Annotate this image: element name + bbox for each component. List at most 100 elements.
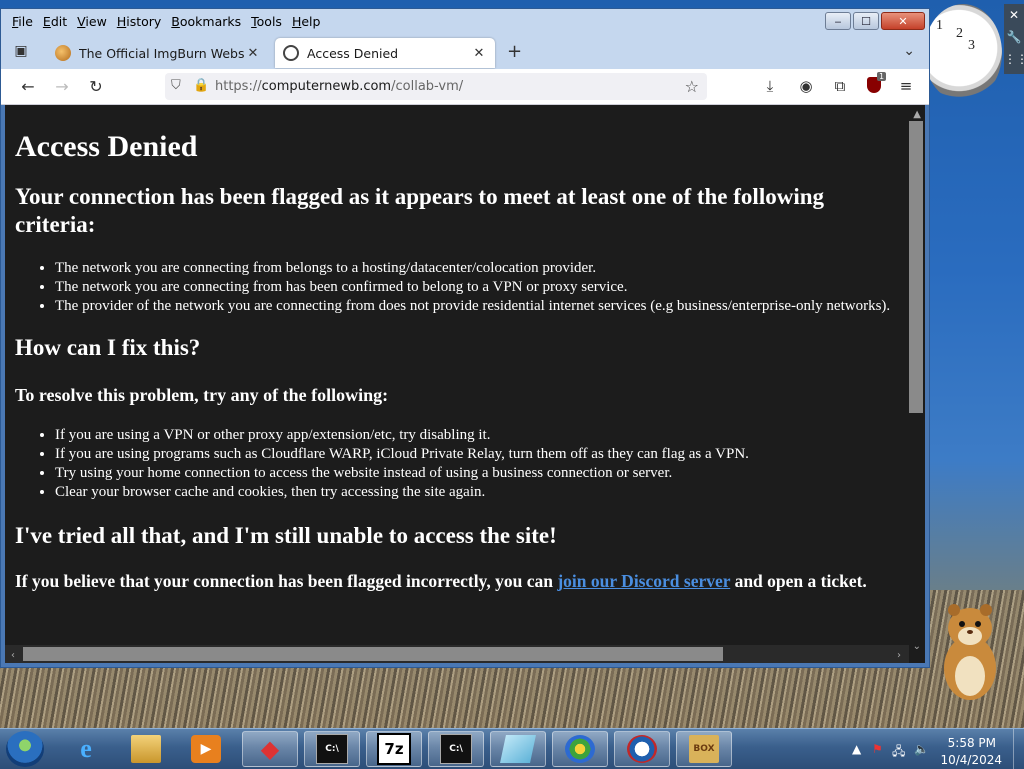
lock-icon[interactable]: 🔒 xyxy=(193,78,209,93)
menu-hamburger-icon[interactable]: ≡ xyxy=(895,77,917,95)
cmd-icon: C:\ xyxy=(440,734,472,764)
taskbar-item-box[interactable]: BOX xyxy=(676,731,732,767)
hamster-gadget[interactable] xyxy=(934,598,1006,704)
back-icon[interactable]: ← xyxy=(17,77,39,96)
fix-heading: How can I fix this? xyxy=(15,335,201,360)
list-item: The network you are connecting from has … xyxy=(55,278,893,297)
shield-icon[interactable]: ⛉ xyxy=(171,78,181,93)
obama-icon xyxy=(627,735,657,763)
imgburn-favicon-icon xyxy=(55,45,71,61)
menu-bookmarks[interactable]: Bookmarks xyxy=(166,14,246,29)
tab-title: The Official ImgBurn Website xyxy=(79,45,245,61)
menu-edit[interactable]: Edit xyxy=(38,14,72,29)
ie-icon: e xyxy=(80,734,92,763)
clock-time[interactable]: 5:58 PM xyxy=(948,736,996,750)
menu-view[interactable]: View xyxy=(72,14,112,29)
criteria-list: The network you are connecting from belo… xyxy=(15,259,893,316)
close-icon[interactable]: ✕ xyxy=(1004,4,1024,26)
taskbar-item-notepad[interactable] xyxy=(490,731,546,767)
network-icon[interactable]: 🖧 xyxy=(892,742,905,763)
forward-icon[interactable]: → xyxy=(51,77,73,96)
menu-file[interactable]: File xyxy=(7,14,38,29)
scroll-right-icon[interactable]: › xyxy=(897,650,901,661)
tab-title: Access Denied xyxy=(307,45,399,61)
new-tab-button[interactable]: + xyxy=(507,41,522,62)
reload-icon[interactable]: ↻ xyxy=(85,77,107,96)
action-center-icon[interactable]: ⚑ xyxy=(872,742,883,756)
site-favicon-icon xyxy=(283,45,299,61)
page-content[interactable]: Access Denied Your connection has been f… xyxy=(5,105,925,663)
clock-number: 2 xyxy=(956,26,963,41)
taskbar: e ▶ ◆ C:\ 7z C:\ BOX ▲ ⚑ 🖧 🔈 5:58 PM 10/… xyxy=(0,728,1024,769)
vertical-scrollbar[interactable] xyxy=(909,121,923,413)
menu-help[interactable]: Help xyxy=(287,14,326,29)
fix-list: If you are using a VPN or other proxy ap… xyxy=(15,426,893,502)
download-icon[interactable]: ⤓ xyxy=(759,77,781,95)
close-tab-icon[interactable]: ✕ xyxy=(245,46,261,61)
show-desktop-button[interactable] xyxy=(1013,729,1024,769)
discord-paragraph: If you believe that your connection has … xyxy=(15,571,867,591)
scroll-down-icon[interactable]: ⌄ xyxy=(913,641,921,652)
taskbar-item-explorer[interactable] xyxy=(118,731,174,767)
list-item: The provider of the network you are conn… xyxy=(55,297,893,316)
maximize-button[interactable]: ☐ xyxy=(853,12,879,30)
menu-bar: File Edit View History Bookmarks Tools H… xyxy=(1,9,929,35)
address-bar[interactable]: ⛉ 🔒 https://computernewb.com/collab-vm/ … xyxy=(165,73,707,100)
list-item: If you are using programs such as Cloudf… xyxy=(55,445,893,464)
clock-gadget[interactable]: 1 2 3 xyxy=(924,4,1002,102)
taskbar-item-windows-update[interactable] xyxy=(552,731,608,767)
ublock-badge: 1 xyxy=(877,72,887,81)
taskbar-item-cmd-2[interactable]: C:\ xyxy=(428,731,484,767)
list-all-tabs-icon[interactable]: ⌄ xyxy=(903,43,915,59)
menu-history[interactable]: History xyxy=(112,14,166,29)
clock-number: 3 xyxy=(968,38,975,53)
tried-heading: I've tried all that, and I'm still unabl… xyxy=(15,523,557,548)
7zip-icon: 7z xyxy=(377,733,411,765)
close-tab-icon[interactable]: ✕ xyxy=(471,46,487,61)
start-button[interactable] xyxy=(6,731,44,767)
gadget-toolbar: ✕ 🔧 ⋮⋮ xyxy=(1004,4,1024,74)
list-item: The network you are connecting from belo… xyxy=(55,259,893,278)
tab-list-icon[interactable]: ▣ xyxy=(11,43,31,61)
clock-date[interactable]: 10/4/2024 xyxy=(940,753,1002,767)
show-hidden-icons-icon[interactable]: ▲ xyxy=(852,742,861,756)
horizontal-scrollbar[interactable] xyxy=(23,647,723,661)
scroll-up-icon[interactable]: ▲ xyxy=(913,109,921,120)
explorer-icon xyxy=(131,735,161,763)
flagged-heading: Your connection has been flagged as it a… xyxy=(15,184,824,237)
discord-link[interactable]: join our Discord server xyxy=(557,571,730,591)
extensions-icon[interactable]: ⧉ xyxy=(829,77,851,95)
bookmark-star-icon[interactable]: ☆ xyxy=(685,77,699,96)
media-player-icon: ▶ xyxy=(191,735,221,763)
tab-bar: ▣ The Official ImgBurn Website ✕ Access … xyxy=(1,35,929,69)
minimize-button[interactable]: ‒ xyxy=(825,12,851,30)
taskbar-item-cmd-1[interactable]: C:\ xyxy=(304,731,360,767)
taskbar-item-7zip[interactable]: 7z xyxy=(366,731,422,767)
tab-imgburn[interactable]: The Official ImgBurn Website ✕ xyxy=(47,38,269,68)
url-text[interactable]: https://computernewb.com/collab-vm/ xyxy=(215,79,463,94)
list-item: Clear your browser cache and cookies, th… xyxy=(55,483,893,502)
browser-window: File Edit View History Bookmarks Tools H… xyxy=(0,8,930,668)
clock-number: 1 xyxy=(936,18,943,33)
imgburn-icon: ◆ xyxy=(260,735,280,763)
navigation-toolbar: ← → ↻ ⛉ 🔒 https://computernewb.com/colla… xyxy=(1,69,929,105)
resolve-heading: To resolve this problem, try any of the … xyxy=(15,385,389,405)
drag-handle-icon[interactable]: ⋮⋮ xyxy=(1004,48,1024,70)
page-title: Access Denied xyxy=(15,130,198,163)
taskbar-item-imgburn[interactable]: ◆ xyxy=(242,731,298,767)
taskbar-item-ie[interactable]: e xyxy=(58,731,114,767)
list-item: Try using your home connection to access… xyxy=(55,464,893,483)
taskbar-item-media-player[interactable]: ▶ xyxy=(178,731,234,767)
notepad-icon xyxy=(500,735,536,763)
volume-icon[interactable]: 🔈 xyxy=(914,742,929,756)
close-window-button[interactable]: ✕ xyxy=(881,12,925,30)
taskbar-item-obama[interactable] xyxy=(614,731,670,767)
tab-access-denied[interactable]: Access Denied ✕ xyxy=(275,38,495,68)
menu-tools[interactable]: Tools xyxy=(246,14,287,29)
wrench-icon[interactable]: 🔧 xyxy=(1004,26,1024,48)
scroll-left-icon[interactable]: ‹ xyxy=(11,650,15,661)
windows-update-icon xyxy=(565,735,595,763)
account-icon[interactable]: ◉ xyxy=(795,77,817,95)
box-icon: BOX xyxy=(689,735,719,763)
cmd-icon: C:\ xyxy=(316,734,348,764)
